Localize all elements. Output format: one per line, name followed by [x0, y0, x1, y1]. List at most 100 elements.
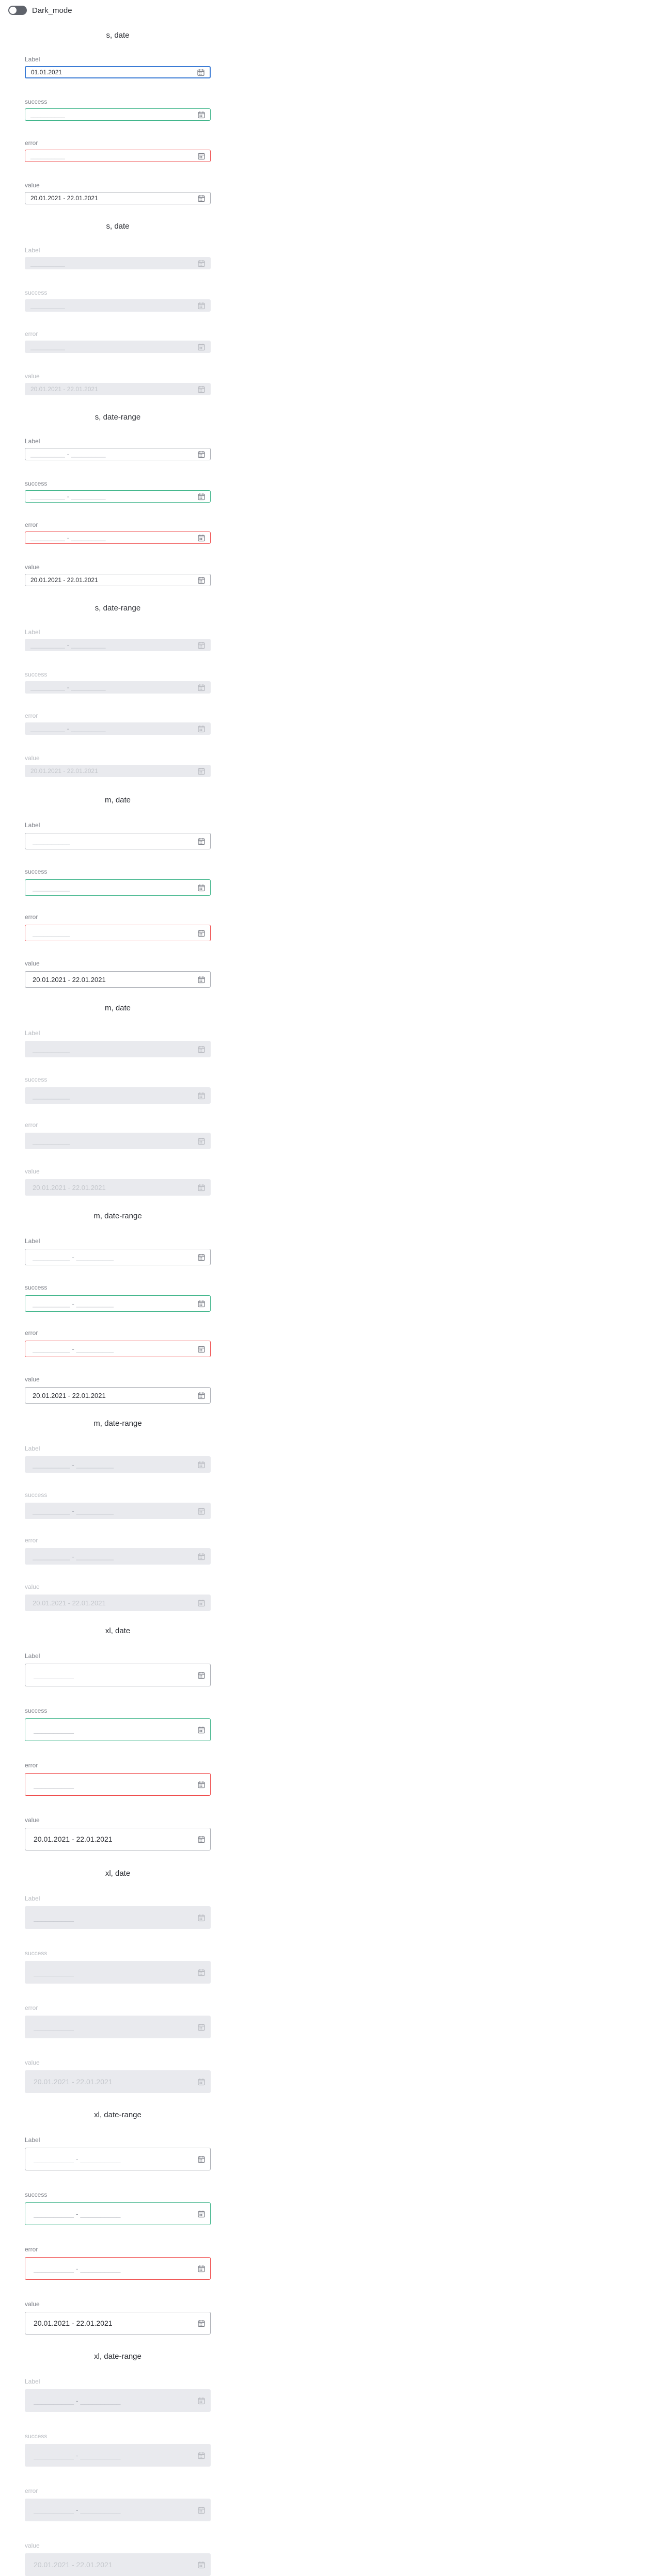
field-label: success: [25, 1076, 48, 1083]
dark-mode-toggle[interactable]: [8, 6, 27, 15]
date-value: __________: [30, 302, 65, 309]
range-separator: -: [72, 1507, 74, 1515]
range-end-placeholder: __________: [80, 2451, 121, 2459]
section-title: m, date: [104, 1004, 131, 1012]
date-input[interactable]: __________ - __________: [25, 448, 211, 460]
calendar-icon[interactable]: [198, 195, 205, 202]
date-value: __________ - __________: [33, 1300, 198, 1308]
field-label: error: [25, 2246, 38, 2253]
date-input[interactable]: __________ - __________: [25, 1249, 211, 1265]
calendar-icon[interactable]: [198, 976, 205, 984]
date-input[interactable]: __________: [25, 108, 211, 121]
calendar-icon[interactable]: [198, 576, 205, 584]
calendar-icon[interactable]: [198, 152, 205, 160]
date-input[interactable]: __________ - __________: [25, 490, 211, 503]
date-input: __________ - __________: [25, 1548, 211, 1565]
datepicker-field: Label __________ - __________: [25, 1237, 211, 1265]
field-label: success: [25, 1284, 48, 1291]
date-value: 20.01.2021 - 22.01.2021: [34, 1835, 113, 1843]
section-title: xl, date-range: [94, 2111, 141, 2119]
field-label: success: [25, 480, 48, 487]
datepicker-field: value 20.01.2021 - 22.01.2021: [25, 754, 211, 777]
field-label: error: [25, 1762, 38, 1769]
calendar-icon[interactable]: [198, 1836, 205, 1843]
range-separator: -: [72, 1552, 74, 1560]
calendar-icon[interactable]: [198, 838, 205, 845]
calendar-icon[interactable]: [198, 884, 205, 892]
dark-mode-toggle-row[interactable]: Dark_mode: [8, 5, 72, 16]
calendar-icon[interactable]: [197, 69, 204, 76]
field-label: error: [25, 330, 38, 337]
date-input[interactable]: __________: [25, 879, 211, 896]
datepicker-field: error __________: [25, 330, 211, 353]
date-input[interactable]: 20.01.2021 - 22.01.2021: [25, 2312, 211, 2335]
calendar-icon[interactable]: [198, 2155, 205, 2163]
calendar-icon: [198, 343, 205, 351]
field-label: Label: [25, 822, 40, 829]
calendar-icon[interactable]: [198, 534, 205, 542]
calendar-icon[interactable]: [198, 450, 205, 458]
calendar-icon[interactable]: [198, 2320, 205, 2327]
datepicker-field: value 20.01.2021 - 22.01.2021: [25, 1816, 211, 1850]
datepicker-field: value 20.01.2021 - 22.01.2021: [25, 182, 211, 204]
calendar-icon[interactable]: [198, 493, 205, 501]
date-input[interactable]: 20.01.2021 - 22.01.2021: [25, 1387, 211, 1404]
calendar-icon[interactable]: [198, 929, 205, 937]
section-title: m, date-range: [93, 1212, 142, 1220]
field-label: success: [25, 868, 48, 875]
range-start-placeholder: __________: [34, 2396, 74, 2405]
range-start-placeholder: __________: [30, 641, 65, 649]
date-input[interactable]: __________: [25, 833, 211, 849]
date-input[interactable]: __________: [25, 1664, 211, 1686]
calendar-icon[interactable]: [198, 1253, 205, 1261]
date-input[interactable]: __________: [25, 150, 211, 162]
date-input[interactable]: __________: [25, 1773, 211, 1796]
datepicker-field: error __________: [25, 1762, 211, 1796]
date-value: __________ - __________: [34, 2506, 198, 2514]
date-input[interactable]: __________ - __________: [25, 2148, 211, 2170]
calendar-icon[interactable]: [198, 2210, 205, 2218]
field-label: error: [25, 913, 38, 921]
field-label: value: [25, 754, 40, 762]
date-value: __________ - __________: [34, 2210, 198, 2218]
calendar-icon[interactable]: [198, 1781, 205, 1789]
calendar-icon[interactable]: [198, 1300, 205, 1308]
datepicker-field: value 20.01.2021 - 22.01.2021: [25, 373, 211, 395]
calendar-icon[interactable]: [198, 1671, 205, 1679]
date-input: __________ - __________: [25, 2389, 211, 2412]
field-label: Label: [25, 1652, 40, 1660]
datepicker-field: value 20.01.2021 - 22.01.2021: [25, 2300, 211, 2335]
datepicker-field: Label __________ - __________: [25, 2378, 211, 2412]
datepicker-field: error __________: [25, 913, 211, 941]
date-input[interactable]: __________ - __________: [25, 1341, 211, 1357]
datepicker-field: success __________: [25, 1076, 211, 1104]
date-input[interactable]: 20.01.2021 - 22.01.2021: [25, 574, 211, 586]
calendar-icon[interactable]: [198, 1726, 205, 1734]
date-value: 20.01.2021 - 22.01.2021: [33, 1599, 106, 1607]
range-end-placeholder: __________: [80, 2155, 121, 2163]
date-input[interactable]: 20.01.2021 - 22.01.2021: [25, 1828, 211, 1850]
calendar-icon[interactable]: [198, 1392, 205, 1399]
date-input[interactable]: __________: [25, 1718, 211, 1741]
date-input[interactable]: __________ - __________: [25, 532, 211, 544]
section-title: xl, date: [105, 1627, 131, 1635]
field-label: Label: [25, 1029, 40, 1037]
date-input: __________ - __________: [25, 2499, 211, 2521]
calendar-icon: [198, 1914, 205, 1922]
date-input: __________ - __________: [25, 1456, 211, 1473]
range-separator: -: [75, 2210, 78, 2218]
date-input[interactable]: 01.01.2021: [25, 66, 211, 78]
date-value: __________ - __________: [30, 493, 198, 500]
calendar-icon[interactable]: [198, 1345, 205, 1353]
date-input[interactable]: __________ - __________: [25, 2202, 211, 2225]
datepicker-field: error __________ - __________: [25, 521, 211, 544]
date-input[interactable]: 20.01.2021 - 22.01.2021: [25, 971, 211, 988]
date-input[interactable]: __________: [25, 925, 211, 941]
date-input[interactable]: __________ - __________: [25, 1295, 211, 1312]
date-input[interactable]: __________ - __________: [25, 2257, 211, 2280]
calendar-icon[interactable]: [198, 111, 205, 119]
field-label: success: [25, 2433, 48, 2440]
calendar-icon[interactable]: [198, 2265, 205, 2273]
datepicker-field: Label __________: [25, 1029, 211, 1057]
date-input[interactable]: 20.01.2021 - 22.01.2021: [25, 192, 211, 204]
